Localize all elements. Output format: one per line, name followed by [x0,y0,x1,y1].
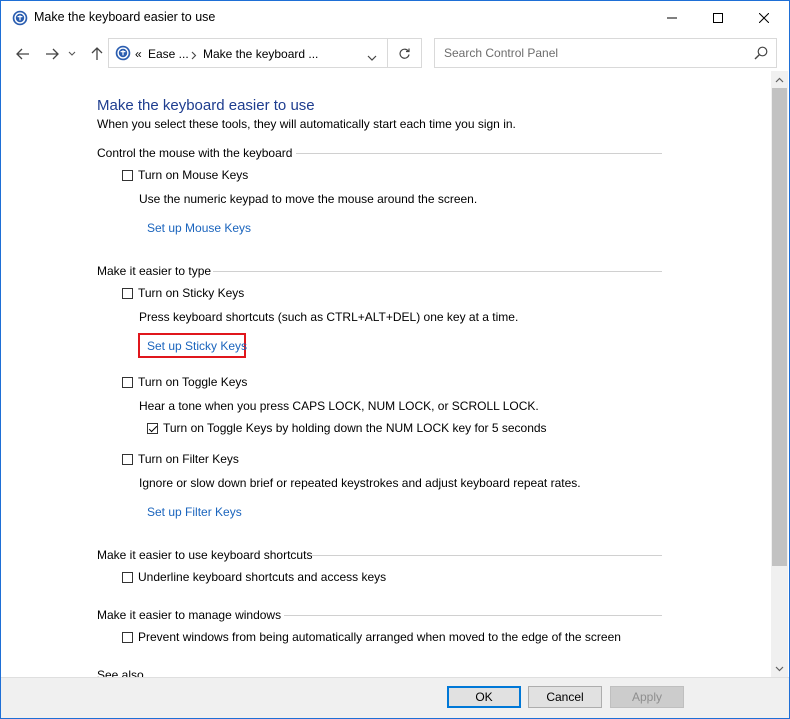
breadcrumb-separator-icon [191,49,197,63]
main-window: Make the keyboard easier to use « Ease .… [0,0,790,719]
toggle-keys-description: Hear a tone when you press CAPS LOCK, NU… [139,399,539,413]
section-divider [296,153,662,154]
breadcrumb-ease-of-access[interactable]: Ease ... [148,47,189,61]
section-divider [311,555,662,556]
address-dropdown-chevron-icon[interactable] [367,51,377,65]
mouse-keys-description: Use the numeric keypad to move the mouse… [139,192,478,206]
minimize-button[interactable] [649,1,695,34]
prevent-arrange-label: Prevent windows from being automatically… [138,630,621,644]
checkbox-box[interactable] [122,453,133,465]
section-title-see-also: See also [97,668,144,677]
back-arrow-icon[interactable] [13,44,33,64]
address-field[interactable]: « Ease ... Make the keyboard ... [108,38,388,68]
up-arrow-icon[interactable] [87,44,107,64]
setup-filter-keys-link[interactable]: Set up Filter Keys [147,505,242,519]
breadcrumb-overflow[interactable]: « [135,47,142,61]
cancel-button[interactable]: Cancel [528,686,602,708]
refresh-button[interactable] [388,38,422,68]
maximize-button[interactable] [695,1,741,34]
checkbox-box[interactable] [122,287,133,299]
scroll-down-arrow-icon[interactable] [771,660,788,677]
checkbox-box[interactable] [122,376,133,388]
prevent-arrange-checkbox[interactable]: Prevent windows from being automatically… [122,630,621,644]
mouse-keys-checkbox[interactable]: Turn on Mouse Keys [122,168,248,182]
scroll-up-arrow-icon[interactable] [771,71,788,88]
page-title: Make the keyboard easier to use [97,97,315,114]
close-button[interactable] [741,1,787,34]
checkbox-box[interactable] [122,169,133,181]
scrollbar-thumb[interactable] [772,88,787,566]
toggle-keys-checkbox[interactable]: Turn on Toggle Keys [122,375,247,389]
section-title-shortcuts: Make it easier to use keyboard shortcuts [97,548,313,562]
section-title-windows: Make it easier to manage windows [97,608,282,622]
vertical-scrollbar[interactable] [771,71,788,677]
section-title-typing: Make it easier to type [97,264,212,278]
checkbox-box[interactable] [122,631,133,643]
underline-shortcuts-label: Underline keyboard shortcuts and access … [138,570,387,584]
title-bar[interactable]: Make the keyboard easier to use [1,1,789,34]
button-bar: OK Cancel Apply [1,677,789,718]
ok-button[interactable]: OK [447,686,521,708]
toggle-keys-numlock-checkbox[interactable]: Turn on Toggle Keys by holding down the … [147,421,547,435]
recent-locations-chevron-icon[interactable] [65,44,79,64]
filter-keys-checkbox[interactable]: Turn on Filter Keys [122,452,239,466]
content-pane: Make the keyboard easier to use When you… [1,71,771,677]
search-box[interactable] [434,38,777,68]
address-bar-row: « Ease ... Make the keyboard ... [1,38,789,70]
sticky-keys-label: Turn on Sticky Keys [138,286,245,300]
forward-arrow-icon[interactable] [42,44,62,64]
filter-keys-description: Ignore or slow down brief or repeated ke… [139,476,581,490]
breadcrumb-current-page[interactable]: Make the keyboard ... [203,47,318,61]
window-title: Make the keyboard easier to use [34,10,216,24]
checkbox-box-checked[interactable] [147,422,158,434]
search-input[interactable] [442,45,746,61]
refresh-icon [399,48,410,59]
search-icon[interactable] [754,46,768,63]
page-subtitle: When you select these tools, they will a… [97,117,516,131]
ease-of-access-icon [12,10,28,26]
underline-shortcuts-checkbox[interactable]: Underline keyboard shortcuts and access … [122,570,386,584]
setup-sticky-keys-link[interactable]: Set up Sticky Keys [147,339,247,353]
apply-button[interactable]: Apply [610,686,684,708]
toggle-keys-numlock-label: Turn on Toggle Keys by holding down the … [163,421,547,435]
filter-keys-label: Turn on Filter Keys [138,452,239,466]
checkbox-box[interactable] [122,571,133,583]
sticky-keys-description: Press keyboard shortcuts (such as CTRL+A… [139,310,519,324]
section-divider [284,615,662,616]
section-title-mouse: Control the mouse with the keyboard [97,146,293,160]
mouse-keys-label: Turn on Mouse Keys [138,168,249,182]
section-divider [213,271,662,272]
control-panel-icon [115,45,131,64]
sticky-keys-checkbox[interactable]: Turn on Sticky Keys [122,286,244,300]
toggle-keys-label: Turn on Toggle Keys [138,375,248,389]
setup-mouse-keys-link[interactable]: Set up Mouse Keys [147,221,251,235]
